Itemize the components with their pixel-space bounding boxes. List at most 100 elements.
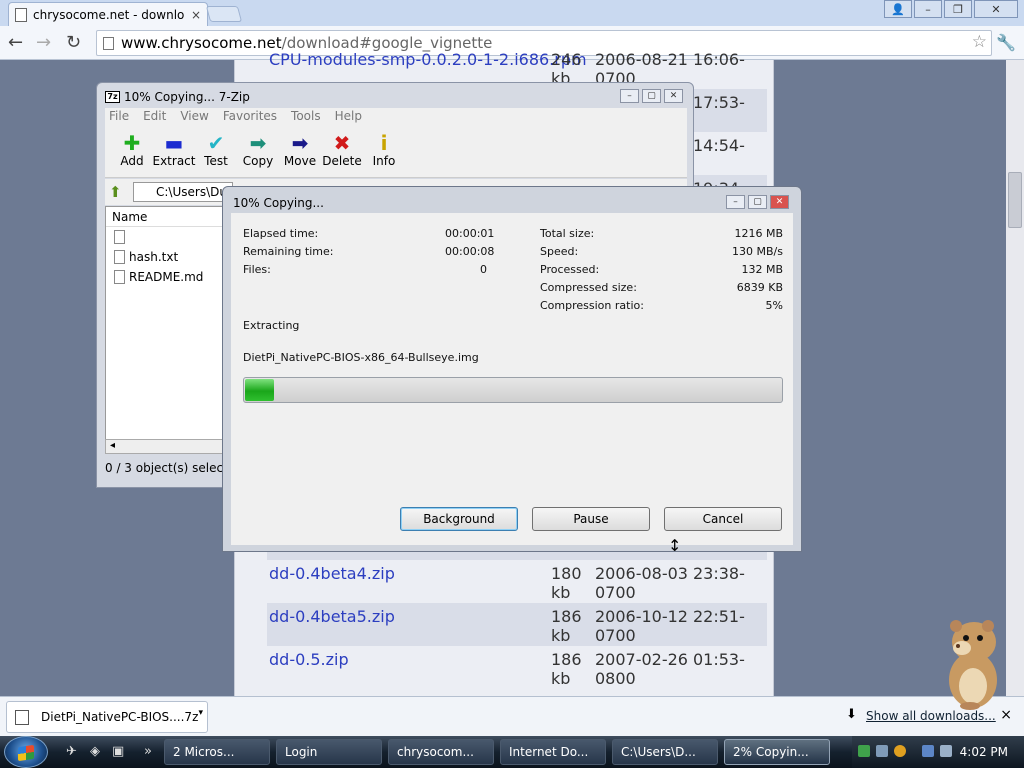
files-label: Files: (243, 263, 271, 276)
delete-button[interactable]: ✖ Delete (319, 132, 365, 168)
test-button[interactable]: ✔ Test (193, 132, 239, 168)
compressed-label: Compressed size: (540, 281, 637, 294)
file-name: README.md (129, 270, 204, 284)
progress-bar-fill (245, 379, 274, 401)
file-time: 16:06- (693, 50, 745, 69)
taskbar-button[interactable]: Login (276, 739, 382, 765)
test-icon: ✔ (207, 131, 225, 155)
task-label: chrysocom... (397, 745, 474, 759)
operation-text: Extracting (243, 319, 300, 332)
download-arrow-icon: ⬇ (846, 707, 857, 722)
menu-view[interactable]: View (180, 109, 208, 126)
menu-tools[interactable]: Tools (291, 109, 321, 126)
close-button[interactable]: ✕ (664, 89, 683, 103)
close-button[interactable]: ✕ (770, 195, 789, 209)
folder-up-icon[interactable]: ⬆ (109, 183, 122, 201)
horizontal-scrollbar[interactable]: ◂ (105, 439, 225, 454)
restore-button[interactable]: ❐ (944, 0, 972, 18)
list-item[interactable]: hash.txt (106, 247, 224, 267)
taskbar-clock[interactable]: 4:02 PM (960, 745, 1008, 759)
minimize-button[interactable]: – (620, 89, 639, 103)
quicklaunch-icon[interactable]: ◈ (90, 744, 100, 759)
download-item[interactable]: DietPi_NativePC-BIOS....7z ▾ (6, 701, 208, 733)
move-button[interactable]: ➡ Move (277, 132, 323, 168)
archive-file-icon (15, 709, 29, 725)
tab-close-icon[interactable]: × (191, 8, 201, 22)
taskbar-button[interactable]: C:\Users\D... (612, 739, 718, 765)
dialog-body: Elapsed time: 00:00:01 Remaining time: 0… (231, 213, 793, 545)
list-item[interactable] (106, 227, 224, 247)
wrench-menu-icon[interactable]: 🔧 (996, 33, 1016, 52)
menu-favorites[interactable]: Favorites (223, 109, 277, 126)
show-desktop-icon[interactable]: ▣ (112, 744, 124, 759)
tab-title: chrysocome.net - downlo (33, 7, 185, 22)
browser-tab[interactable]: chrysocome.net - downlo × (8, 2, 208, 26)
copy-button[interactable]: ➡ Copy (235, 132, 281, 168)
task-label: C:\Users\D... (621, 745, 696, 759)
extract-button[interactable]: ▬ Extract (151, 132, 197, 168)
file-link[interactable]: dd-0.4beta4.zip (269, 564, 395, 583)
new-tab-button[interactable] (205, 6, 243, 22)
file-icon (114, 250, 125, 264)
quicklaunch-more[interactable]: » (144, 744, 152, 759)
menu-file[interactable]: File (109, 109, 129, 126)
7zip-app-icon: 7z (105, 91, 120, 103)
close-window-button[interactable]: ✕ (974, 0, 1018, 18)
tray-volume-icon[interactable] (940, 745, 952, 757)
elapsed-value: 00:00:01 (445, 227, 495, 240)
system-tray: 4:02 PM (852, 736, 1024, 768)
tray-search-icon[interactable] (894, 745, 906, 757)
task-label: 2% Copyin... (733, 745, 809, 759)
windows-logo-icon (18, 744, 34, 762)
7zip-title-text: 10% Copying... 7-Zip (124, 90, 250, 104)
start-button[interactable] (4, 736, 48, 768)
user-icon[interactable]: 👤 (884, 0, 912, 18)
scrollbar-thumb[interactable] (1008, 172, 1022, 228)
file-link[interactable]: CPU-modules-smp-0.0.2.0-1-2.i686.rpm (269, 50, 587, 69)
file-date: 2006-08-03 0700 (595, 564, 688, 602)
taskbar-button[interactable]: chrysocom... (388, 739, 494, 765)
download-menu-arrow-icon[interactable]: ▾ (198, 708, 203, 718)
path-field[interactable]: C:\Users\Du (133, 182, 233, 202)
reload-button[interactable]: ↻ (66, 32, 81, 53)
task-label: 2 Micros... (173, 745, 235, 759)
taskbar-button[interactable]: Internet Do... (500, 739, 606, 765)
page-scrollbar[interactable] (1006, 60, 1024, 696)
tray-app-icon[interactable] (876, 745, 888, 757)
taskbar-button[interactable]: 2 Micros... (164, 739, 270, 765)
column-header-name[interactable]: Name (106, 207, 224, 227)
file-time: 17:53- (693, 93, 745, 112)
pause-button[interactable]: Pause (532, 507, 650, 531)
browser-tab-strip: chrysocome.net - downlo × 👤 – ❐ ✕ (0, 0, 1024, 26)
cancel-button[interactable]: Cancel (664, 507, 782, 531)
7zip-menubar: File Edit View Favorites Tools Help (105, 108, 687, 126)
7zip-toolbar: ✚ Add ▬ Extract ✔ Test ➡ Copy ➡ Move ✖ Delete i Info (105, 126, 687, 178)
quicklaunch-icon[interactable]: ✈ (66, 744, 77, 759)
tool-label: Info (372, 154, 396, 168)
file-size: 186 kb (551, 650, 582, 688)
info-button[interactable]: i Info (361, 132, 407, 168)
menu-help[interactable]: Help (335, 109, 362, 126)
progress-dialog: 10% Copying... – ▢ ✕ Elapsed time: 00:00… (222, 186, 802, 552)
maximize-button[interactable]: ▢ (642, 89, 661, 103)
back-button[interactable]: ← (8, 32, 23, 53)
bookmark-star-icon[interactable]: ☆ (972, 32, 987, 52)
menu-edit[interactable]: Edit (143, 109, 166, 126)
file-time: 22:51- (693, 607, 745, 626)
file-time: 01:53- (693, 650, 745, 669)
forward-button[interactable]: → (36, 32, 51, 53)
tray-display-icon[interactable] (922, 745, 934, 757)
file-link[interactable]: dd-0.5.zip (269, 650, 349, 669)
total-size-value: 1216 MB (734, 227, 783, 240)
taskbar-button-active[interactable]: 2% Copyin... (724, 739, 830, 765)
add-button[interactable]: ✚ Add (109, 132, 155, 168)
file-link[interactable]: dd-0.4beta5.zip (269, 607, 395, 626)
tray-network-icon[interactable] (858, 745, 870, 757)
minimize-button[interactable]: – (914, 0, 942, 18)
background-button[interactable]: Background (400, 507, 518, 531)
tool-label: Move (283, 154, 317, 168)
maximize-button[interactable]: ▢ (748, 195, 767, 209)
minimize-button[interactable]: – (726, 195, 745, 209)
list-item[interactable]: README.md (106, 267, 224, 287)
page-icon (103, 37, 114, 50)
